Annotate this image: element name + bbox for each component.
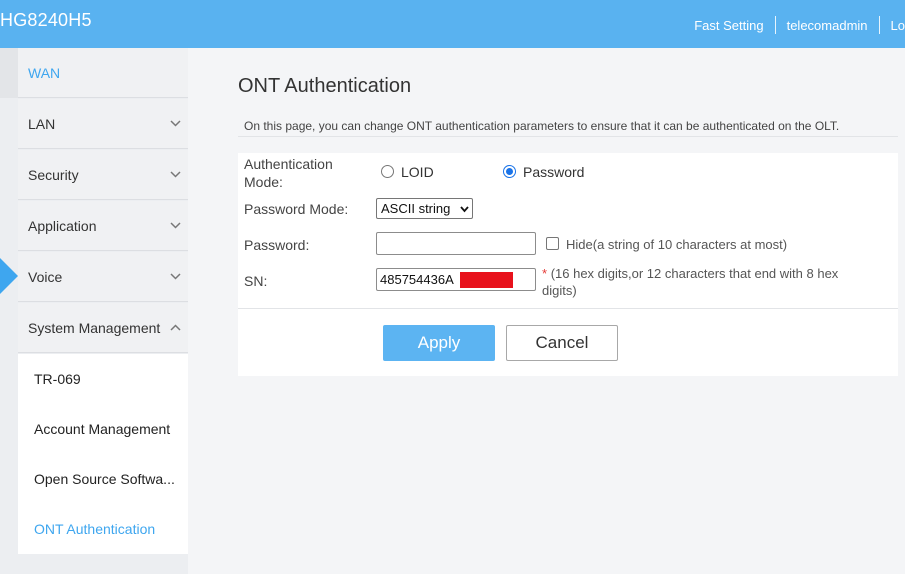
auth-mode-label: Authentication Mode: [244, 155, 333, 191]
chevron-down-icon [170, 273, 181, 280]
logout-link[interactable]: Lo [891, 18, 905, 33]
sidebar-item-label: Voice [28, 269, 63, 285]
sn-hint-line: digits) [542, 283, 577, 298]
user-link[interactable]: telecomadmin [787, 18, 868, 33]
sidebar-item-security[interactable]: Security [18, 150, 188, 200]
sidebar-subitem-ont-authentication[interactable]: ONT Authentication [18, 504, 188, 554]
sidebar-item-label: Security [28, 167, 79, 183]
redaction-bar [460, 272, 513, 288]
cancel-button[interactable]: Cancel [506, 325, 618, 361]
hide-password-hint: Hide(a string of 10 characters at most) [566, 237, 788, 252]
sidebar-subitem-label: Open Source Softwa... [34, 471, 175, 487]
sidebar-subitem-label: Account Management [34, 421, 171, 437]
password-label: Password: [244, 237, 310, 253]
sidebar-item-lan[interactable]: LAN [18, 99, 188, 149]
device-model-title: HG8240H5 [0, 10, 92, 30]
form-divider [238, 308, 898, 309]
sidebar: WAN LAN Security Application Voice Syste… [0, 48, 188, 574]
password-radio[interactable] [503, 165, 516, 178]
password-mode-label: Password Mode: [244, 201, 349, 217]
sidebar-item-label: WAN [28, 65, 61, 81]
sn-hint: * (16 hex digits,or 12 characters that e… [542, 265, 892, 299]
sidebar-item-label: System Management [28, 320, 161, 336]
nav-divider [774, 16, 776, 34]
required-marker: * [542, 266, 548, 281]
chevron-down-icon [170, 120, 181, 127]
sidebar-gutter [0, 48, 18, 98]
page-title: ONT Authentication [238, 75, 412, 97]
chevron-up-icon [170, 324, 181, 331]
apply-button[interactable]: Apply [383, 325, 495, 361]
sidebar-subitem-label: ONT Authentication [34, 521, 156, 537]
sidebar-item-label: LAN [28, 116, 56, 132]
sidebar-subitem-open-source-software[interactable]: Open Source Softwa... [18, 454, 188, 504]
fast-setting-link[interactable]: Fast Setting [694, 18, 763, 33]
main-content: ONT Authentication On this page, you can… [188, 48, 905, 574]
password-mode-select[interactable]: ASCII string [376, 198, 473, 219]
sn-input-value: 485754436A [380, 272, 454, 287]
sidebar-item-wan[interactable]: WAN [18, 48, 188, 98]
password-mode-select-value: ASCII string [381, 201, 451, 216]
sidebar-item-system-management[interactable]: System Management [18, 303, 188, 353]
sidebar-item-label: Application [28, 218, 97, 234]
top-header: HG8240H5 Fast Setting telecomadmin Lo [0, 0, 905, 48]
chevron-down-icon [170, 171, 181, 178]
auth-form-panel: Authentication Mode: LOID Password Passw… [238, 153, 898, 376]
active-section-indicator-icon [0, 258, 18, 294]
top-nav: Fast Setting telecomadmin Lo [694, 16, 905, 34]
loid-radio-label[interactable]: LOID [401, 164, 434, 180]
loid-radio[interactable] [381, 165, 394, 178]
auth-mode-label-line: Authentication [244, 156, 333, 172]
password-input[interactable] [376, 232, 536, 255]
nav-divider [878, 16, 880, 34]
sidebar-subitem-tr069[interactable]: TR-069 [18, 354, 188, 404]
page-description: On this page, you can change ONT authent… [238, 113, 898, 137]
sidebar-item-application[interactable]: Application [18, 201, 188, 251]
sn-label: SN: [244, 273, 268, 289]
chevron-down-icon [460, 206, 469, 213]
auth-mode-label-line: Mode: [244, 174, 283, 190]
sidebar-item-voice[interactable]: Voice [18, 252, 188, 302]
chevron-down-icon [170, 222, 181, 229]
sidebar-subitem-label: TR-069 [34, 371, 81, 387]
sn-hint-line: (16 hex digits,or 12 characters that end… [550, 266, 839, 281]
sidebar-subitem-account-management[interactable]: Account Management [18, 404, 188, 454]
password-radio-label[interactable]: Password [523, 164, 584, 180]
hide-password-checkbox[interactable] [546, 237, 559, 250]
